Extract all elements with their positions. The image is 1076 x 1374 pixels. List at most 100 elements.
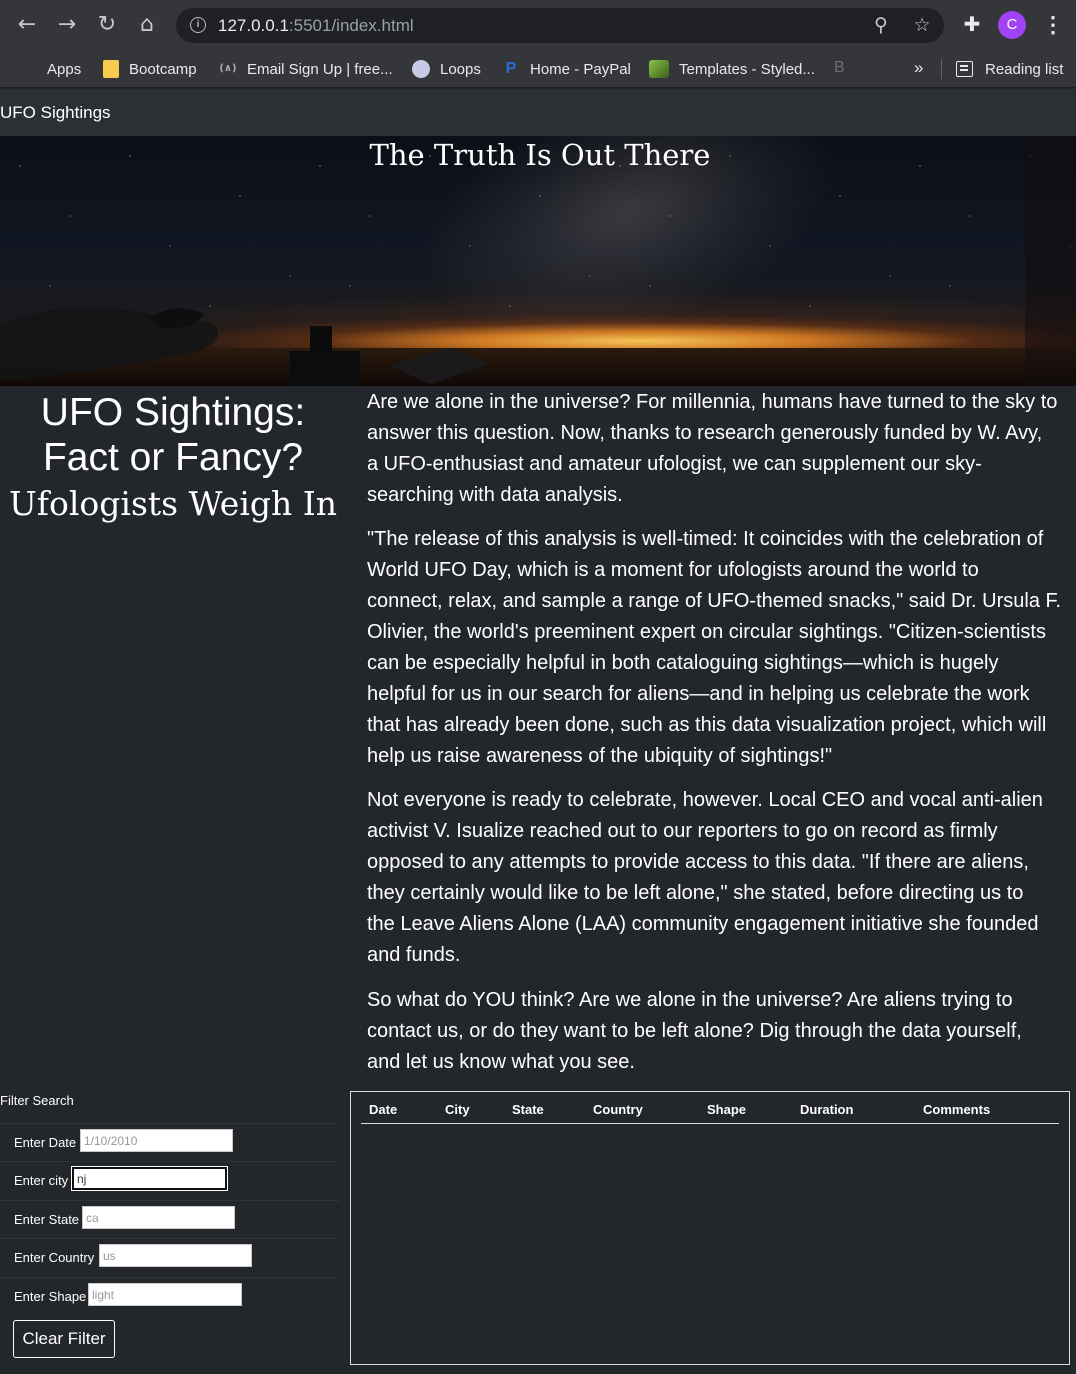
sightings-table: Date City State Country Shape Duration C… — [350, 1091, 1070, 1365]
column-header-date[interactable]: Date — [369, 1102, 397, 1117]
bookmarks-bar: Apps Bootcamp (∧) Email Sign Up | free..… — [0, 50, 1076, 88]
reload-icon[interactable]: ↻ — [94, 12, 120, 38]
solar-panel-silhouette — [390, 348, 490, 384]
favicon-icon — [412, 60, 430, 78]
text-line: can be especially helpful in both catalo… — [367, 652, 999, 674]
menu-kebab-icon[interactable]: ⋮ — [1042, 12, 1064, 38]
text-line: answer this question. Now, thanks to res… — [367, 422, 1043, 444]
text-line: and funds. — [367, 944, 461, 966]
url-host: 127.0.0.1 — [218, 16, 289, 35]
browser-toolbar: ← → ↻ ⌂ i 127.0.0.1:5501/index.html ⚲ ☆ … — [0, 0, 1076, 50]
hero-title: The Truth Is Out There — [369, 138, 711, 172]
text-line: searching with data analysis. — [367, 484, 623, 506]
bookmark-label: Apps — [47, 60, 82, 78]
city-input[interactable] — [71, 1166, 228, 1191]
clear-filter-button[interactable]: Clear Filter — [13, 1320, 115, 1358]
page-subtitle: Ufologists Weigh In — [8, 484, 338, 523]
navbar-brand[interactable]: UFO Sightings — [0, 103, 111, 123]
paypal-icon: P — [505, 60, 517, 77]
bookmark-label: Bootcamp — [129, 60, 197, 78]
country-input[interactable] — [99, 1244, 252, 1267]
text-line: that has already been done, such as this… — [367, 714, 1047, 736]
city-label: Enter city — [14, 1173, 69, 1188]
bookmark-email-signup[interactable]: (∧) Email Sign Up | free... — [219, 57, 393, 81]
star-icon[interactable]: ☆ — [911, 14, 933, 36]
bookmark-label: Email Sign Up | free... — [247, 60, 393, 78]
favicon-icon: (∧) — [219, 63, 237, 74]
column-header-city[interactable]: City — [445, 1102, 470, 1117]
text-line: activist V. Isualize reached out to our … — [367, 820, 998, 842]
text-line: Olivier, the world's preeminent expert o… — [367, 621, 1046, 643]
bookmark-label: Home - PayPal — [530, 60, 631, 78]
bookmark-apps[interactable]: Apps — [19, 57, 81, 81]
back-arrow-icon[interactable]: ← — [14, 12, 40, 38]
paragraph-3: Not everyone is ready to celebrate, howe… — [367, 785, 1043, 971]
text-line: Not everyone is ready to celebrate, howe… — [367, 789, 1043, 811]
column-header-shape[interactable]: Shape — [707, 1102, 746, 1117]
bookmark-paypal[interactable]: P Home - PayPal — [502, 57, 631, 81]
bookmark-label: Loops — [440, 60, 481, 78]
filter-row-state: Enter State — [0, 1200, 340, 1237]
bookmark-label: Templates - Styled... — [679, 60, 815, 78]
filter-row-shape: Enter Shape — [0, 1277, 340, 1314]
reading-list-button[interactable]: Reading list — [956, 57, 1063, 81]
text-line: they certainly would like to be left alo… — [367, 882, 1024, 904]
bookmarks-overflow-icon[interactable]: » — [914, 58, 923, 78]
navbar: UFO Sightings — [0, 89, 1076, 136]
text-line: a UFO-enthusiast and amateur ufologist, … — [367, 453, 982, 475]
zoom-icon[interactable]: ⚲ — [870, 14, 892, 36]
apps-grid-icon — [19, 60, 37, 78]
profile-avatar[interactable]: C — [998, 11, 1026, 39]
column-header-duration[interactable]: Duration — [800, 1102, 853, 1117]
space-station-silhouette — [0, 307, 360, 386]
text-line: contact us, or do they want to be left a… — [367, 1020, 1022, 1042]
bookmark-faded[interactable]: B — [834, 59, 845, 77]
bookmark-bootcamp[interactable]: Bootcamp — [103, 57, 197, 81]
date-input[interactable] — [80, 1129, 233, 1152]
text-line: the Leave Aliens Alone (LAA) community e… — [367, 913, 1039, 935]
shape-label: Enter Shape — [14, 1289, 87, 1304]
text-line: World UFO Day, which is a moment for ufo… — [367, 559, 979, 581]
state-label: Enter State — [14, 1212, 80, 1227]
reading-list-label: Reading list — [985, 60, 1064, 78]
column-header-comments[interactable]: Comments — [923, 1102, 990, 1117]
site-info-icon[interactable]: i — [190, 17, 206, 33]
text-line: helpful for us in our search for aliens—… — [367, 683, 1030, 705]
country-label: Enter Country — [14, 1250, 95, 1265]
text-line: "The release of this analysis is well-ti… — [367, 528, 1044, 550]
shape-input[interactable] — [88, 1283, 242, 1306]
page-title-line-1: UFO Sightings: — [40, 391, 306, 434]
hero-banner: The Truth Is Out There — [0, 136, 1076, 386]
page-title-line-2: Fact or Fancy? — [42, 436, 304, 479]
bookmarks-divider — [941, 59, 942, 79]
address-bar[interactable]: i 127.0.0.1:5501/index.html ⚲ ☆ — [176, 8, 944, 43]
bookmark-loops[interactable]: Loops — [412, 57, 481, 81]
folder-icon — [103, 60, 119, 78]
page: UFO Sightings The Truth Is Out There UFO… — [0, 89, 1076, 1374]
text-line: and let us know what you see. — [367, 1051, 635, 1073]
filter-row-country: Enter Country — [0, 1238, 340, 1275]
bookmark-templates[interactable]: Templates - Styled... — [649, 57, 815, 81]
url-path: :5501/index.html — [288, 16, 414, 35]
table-header: Date City State Country Shape Duration C… — [361, 1092, 1059, 1124]
paragraph-4: So what do YOU think? Are we alone in th… — [367, 985, 1022, 1078]
home-icon[interactable]: ⌂ — [134, 12, 160, 38]
text-line: Are we alone in the universe? For millen… — [367, 391, 1058, 413]
page-title: UFO Sightings: Fact or Fancy? — [0, 390, 346, 480]
date-label: Enter Date — [14, 1135, 77, 1150]
state-input[interactable] — [82, 1206, 235, 1229]
url-text[interactable]: 127.0.0.1:5501/index.html — [218, 16, 414, 36]
filter-search-title: Filter Search — [0, 1093, 74, 1108]
column-header-country[interactable]: Country — [593, 1102, 643, 1117]
extensions-puzzle-icon[interactable]: ✚ — [960, 12, 984, 38]
text-line: connect, relax, and sample a range of UF… — [367, 590, 1062, 612]
forward-arrow-icon[interactable]: → — [54, 12, 80, 38]
paragraph-2: "The release of this analysis is well-ti… — [367, 524, 1061, 772]
paragraph-1: Are we alone in the universe? For millen… — [367, 387, 1057, 511]
filter-row-date: Enter Date — [0, 1123, 340, 1160]
filter-row-city: Enter city — [0, 1161, 340, 1198]
hero-edge-shade — [1025, 136, 1076, 386]
column-header-state[interactable]: State — [512, 1102, 544, 1117]
text-line: opposed to any attempts to provide acces… — [367, 851, 1029, 873]
favicon-icon — [649, 60, 669, 78]
